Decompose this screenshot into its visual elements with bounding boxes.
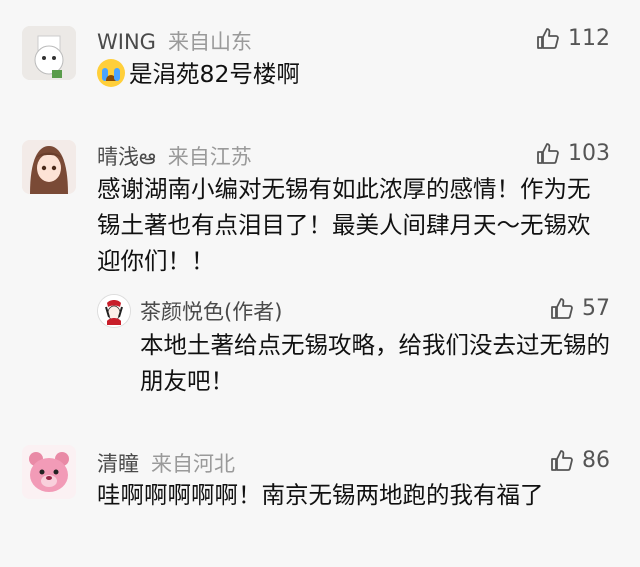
reply-avatar[interactable] [97,294,131,328]
like-count: 57 [582,296,610,321]
avatar[interactable] [22,445,76,499]
thumbs-up-icon [537,27,559,49]
comment-header: WING 来自山东 [97,26,252,56]
location-label: 来自河北 [151,452,235,476]
like-count: 86 [582,448,610,473]
comment-text: 哇啊啊啊啊啊！南京无锡两地跑的我有福了 [97,481,544,509]
comment-header: 晴浅ఆ 来自江苏 [97,141,252,175]
avatar[interactable] [22,26,76,80]
thumbs-up-icon [551,297,573,319]
like-button[interactable]: 112 [536,26,610,51]
crying-emoji-icon [97,59,125,87]
thumbs-up-icon [551,449,573,471]
reply-header: 茶颜悦色(作者) [140,296,282,326]
comment-text-row: 是涓苑82号楼啊 [97,56,597,92]
thumbs-up-icon [537,142,559,164]
like-button[interactable]: 103 [536,141,610,166]
comment-text: 感谢湖南小编对无锡有如此浓厚的感情！作为无锡土著也有点泪目了！最美人间肆月天～无… [97,175,591,275]
comment-text: 是涓苑82号楼啊 [129,60,300,88]
author-logo-icon [98,295,130,327]
reply-author-name[interactable]: 茶颜悦色(作者) [140,296,282,326]
location-label: 来自江苏 [167,145,252,169]
like-count: 112 [568,26,610,51]
like-count: 103 [568,141,610,166]
location-label: 来自山东 [167,30,252,54]
avatar-image [22,445,76,499]
like-button[interactable]: 86 [550,448,610,473]
username[interactable]: WING [97,30,156,54]
avatar-image [22,26,76,80]
username[interactable]: 晴浅ఆ [97,141,156,175]
username[interactable]: 清瞳 [97,448,139,478]
comment-header: 清瞳 来自河北 [97,448,235,478]
comment-item: WING 来自山东 112 是涓苑82号楼啊 [0,0,640,100]
reply-like-button[interactable]: 57 [550,296,610,321]
reply-text: 本地土著给点无锡攻略，给我们没去过无锡的朋友吧！ [140,331,610,395]
avatar[interactable] [22,140,76,194]
avatar-image [22,140,76,194]
